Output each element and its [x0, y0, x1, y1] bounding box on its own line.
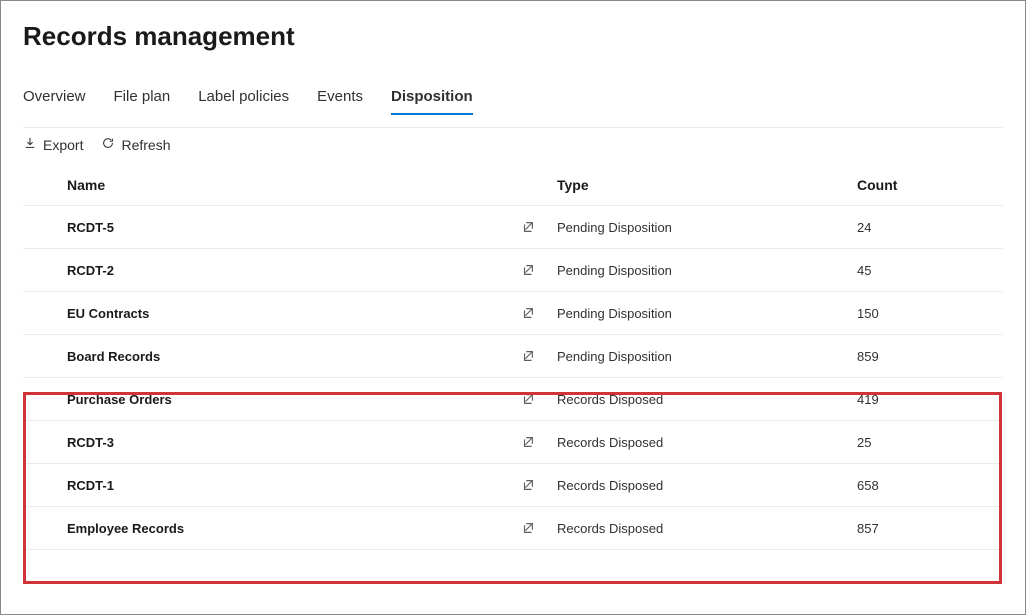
cell-type: Records Disposed — [557, 478, 857, 493]
refresh-button[interactable]: Refresh — [101, 136, 170, 153]
open-in-new-icon[interactable] — [521, 392, 557, 406]
table-header: Name Type Count — [23, 167, 1003, 206]
open-in-new-icon[interactable] — [521, 435, 557, 449]
page-title: Records management — [23, 21, 1003, 52]
cell-count: 419 — [857, 392, 1003, 407]
cell-name: RCDT-5 — [23, 220, 521, 235]
table-row[interactable]: Employee Records Records Disposed857 — [23, 507, 1003, 550]
cell-name: RCDT-1 — [23, 478, 521, 493]
tab-label-policies[interactable]: Label policies — [198, 82, 289, 115]
tab-bar: Overview File plan Label policies Events… — [23, 82, 1003, 115]
cell-name: Board Records — [23, 349, 521, 364]
table-body: RCDT-5Pending Disposition24RCDT-2Pending… — [23, 206, 1003, 550]
cell-type: Records Disposed — [557, 435, 857, 450]
window-frame: Records management Overview File plan La… — [0, 0, 1026, 615]
cell-count: 658 — [857, 478, 1003, 493]
table-row[interactable]: RCDT-2 Pending Disposition45 — [23, 249, 1003, 292]
column-header-spacer — [521, 177, 557, 193]
column-header-count[interactable]: Count — [857, 177, 1003, 193]
divider — [23, 127, 1003, 128]
open-in-new-icon[interactable] — [521, 349, 557, 363]
cell-name: Employee Records — [23, 521, 521, 536]
cell-name: RCDT-2 — [23, 263, 521, 278]
download-icon — [23, 136, 37, 153]
cell-type: Pending Disposition — [557, 349, 857, 364]
table-row[interactable]: RCDT-3 Records Disposed25 — [23, 421, 1003, 464]
column-header-name[interactable]: Name — [23, 177, 521, 193]
tab-disposition[interactable]: Disposition — [391, 82, 473, 115]
cell-count: 25 — [857, 435, 1003, 450]
cell-count: 859 — [857, 349, 1003, 364]
refresh-icon — [101, 136, 115, 153]
refresh-button-label: Refresh — [121, 137, 170, 153]
cell-name: Purchase Orders — [23, 392, 521, 407]
cell-type: Records Disposed — [557, 392, 857, 407]
open-in-new-icon[interactable] — [521, 521, 557, 535]
cell-type: Pending Disposition — [557, 263, 857, 278]
cell-name: RCDT-3 — [23, 435, 521, 450]
table-row[interactable]: RCDT-1 Records Disposed658 — [23, 464, 1003, 507]
open-in-new-icon[interactable] — [521, 263, 557, 277]
toolbar: Export Refresh — [23, 136, 1003, 153]
tab-events[interactable]: Events — [317, 82, 363, 115]
cell-type: Pending Disposition — [557, 220, 857, 235]
table-row[interactable]: EU Contracts Pending Disposition150 — [23, 292, 1003, 335]
cell-count: 857 — [857, 521, 1003, 536]
open-in-new-icon[interactable] — [521, 306, 557, 320]
cell-type: Pending Disposition — [557, 306, 857, 321]
column-header-type[interactable]: Type — [557, 177, 857, 193]
export-button[interactable]: Export — [23, 136, 83, 153]
tab-file-plan[interactable]: File plan — [114, 82, 171, 115]
disposition-table: Name Type Count RCDT-5 Pending Dispositio… — [23, 167, 1003, 550]
open-in-new-icon[interactable] — [521, 220, 557, 234]
cell-name: EU Contracts — [23, 306, 521, 321]
tab-overview[interactable]: Overview — [23, 82, 86, 115]
cell-count: 24 — [857, 220, 1003, 235]
cell-count: 150 — [857, 306, 1003, 321]
table-row[interactable]: RCDT-5 Pending Disposition24 — [23, 206, 1003, 249]
cell-type: Records Disposed — [557, 521, 857, 536]
export-button-label: Export — [43, 137, 83, 153]
table-row[interactable]: Purchase Orders Records Disposed419 — [23, 378, 1003, 421]
cell-count: 45 — [857, 263, 1003, 278]
table-row[interactable]: Board Records Pending Disposition859 — [23, 335, 1003, 378]
open-in-new-icon[interactable] — [521, 478, 557, 492]
